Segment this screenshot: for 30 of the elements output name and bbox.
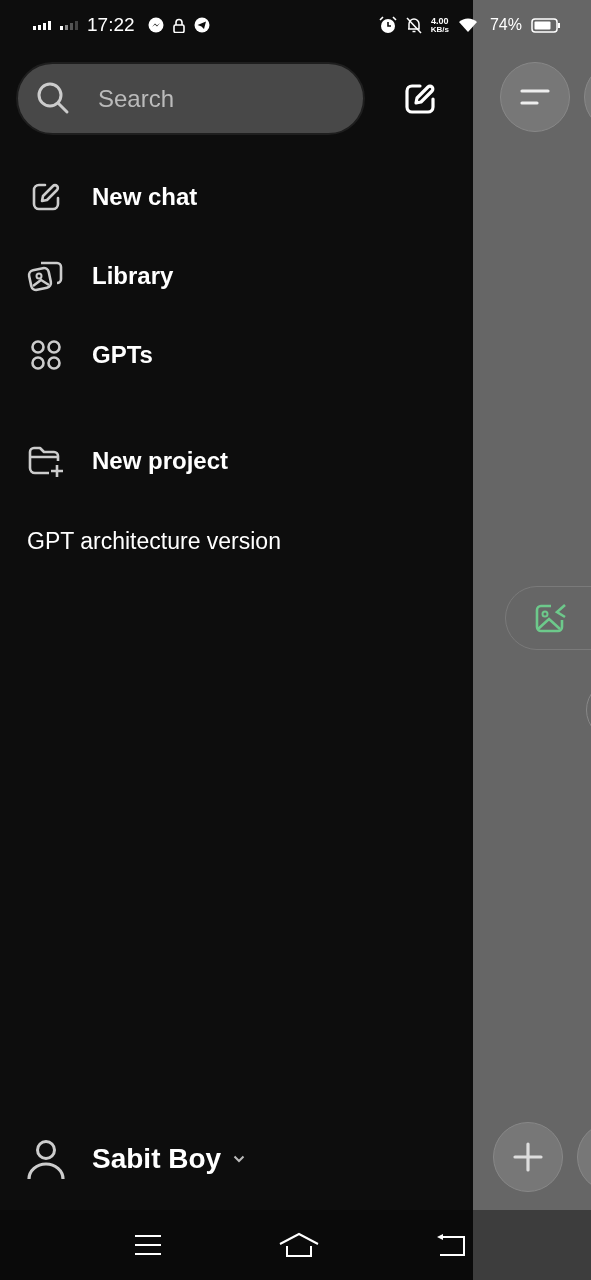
muted-bell-icon	[405, 16, 422, 34]
chat-history-item[interactable]: GPT architecture version	[0, 526, 473, 556]
search-icon	[36, 81, 70, 115]
menu-item[interactable]: Library	[0, 236, 473, 315]
speed-unit: KB/s	[430, 25, 449, 34]
menu-icon	[520, 88, 550, 106]
chevron-down-icon	[233, 1155, 246, 1163]
menu-item[interactable]: New project	[0, 421, 473, 500]
messenger-icon	[147, 17, 164, 33]
network-speed: 4.00	[431, 16, 449, 26]
back-icon[interactable]	[436, 1233, 466, 1257]
menu-item[interactable]: GPTs	[0, 315, 473, 394]
wifi-icon	[457, 17, 478, 33]
signal-icon	[33, 20, 53, 30]
battery-percent: 74%	[489, 16, 522, 34]
menu-item[interactable]: New chat	[0, 157, 473, 236]
plus-icon	[513, 1142, 543, 1172]
user-icon	[26, 1138, 66, 1180]
lock-icon	[172, 17, 185, 33]
telegram-icon	[193, 17, 210, 33]
search-field[interactable]: Search	[16, 62, 365, 135]
home-icon[interactable]	[279, 1232, 319, 1258]
account-button[interactable]: Sabit Boy	[0, 1138, 473, 1180]
signal-icon	[60, 20, 80, 30]
menu-icon[interactable]	[134, 1234, 162, 1256]
status-time: 17:22	[87, 14, 135, 36]
alarm-icon	[378, 16, 397, 34]
image-edit-icon	[535, 603, 567, 633]
compose-icon[interactable]	[403, 81, 437, 116]
battery-icon	[531, 17, 561, 33]
